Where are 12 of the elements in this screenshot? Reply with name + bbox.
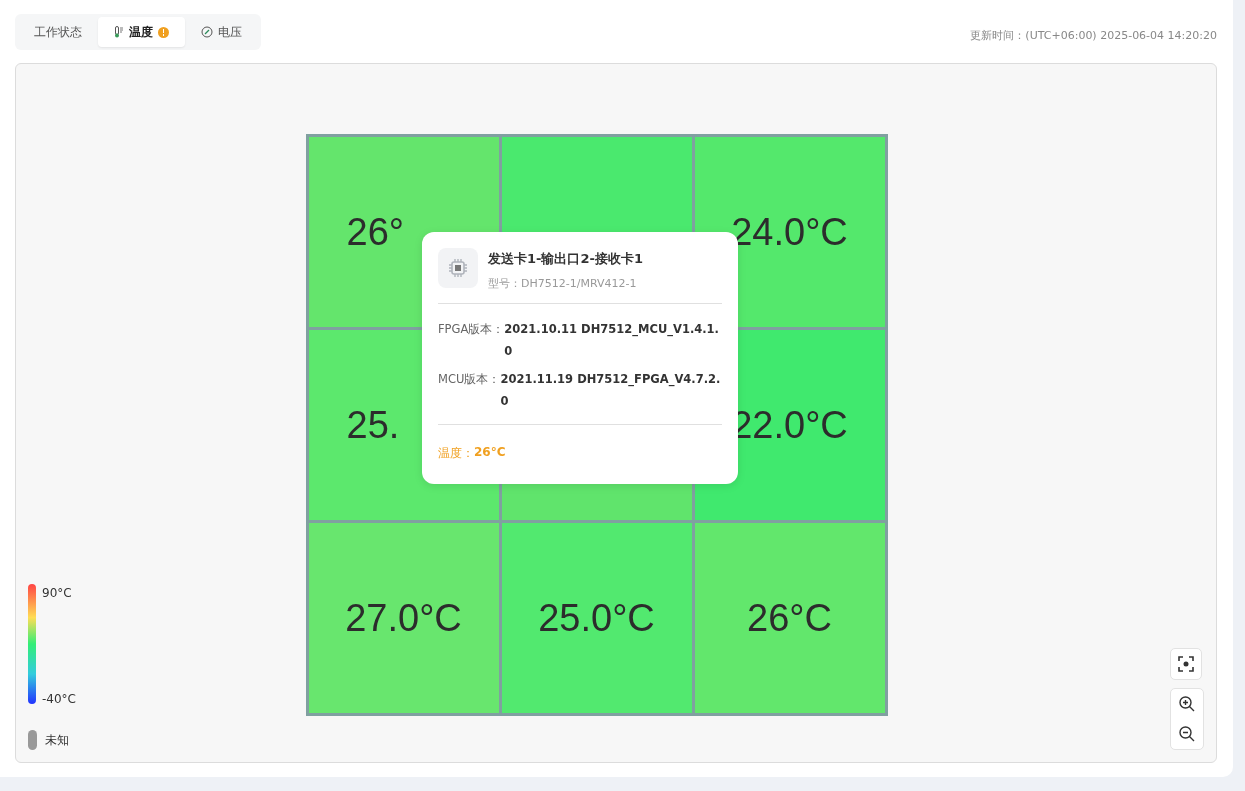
min-label: -40°C: [42, 692, 76, 706]
temperature-label: 温度：: [438, 445, 474, 462]
unknown-label: 未知: [45, 731, 69, 749]
update-time: 更新时间：(UTC+06:00) 2025-06-04 14:20:20: [970, 28, 1217, 43]
temperature-value: 25.: [346, 403, 400, 447]
field-label: MCU版本：: [438, 371, 501, 388]
temperature-value: 25.0°C: [538, 596, 655, 640]
temperature-value: 26°: [346, 210, 404, 254]
temperature-value: 24.0°C: [731, 210, 848, 254]
temperature-value: 26°C: [747, 596, 832, 640]
temperature-value: 27.0°C: [345, 596, 462, 640]
max-label: 90°C: [42, 586, 73, 600]
